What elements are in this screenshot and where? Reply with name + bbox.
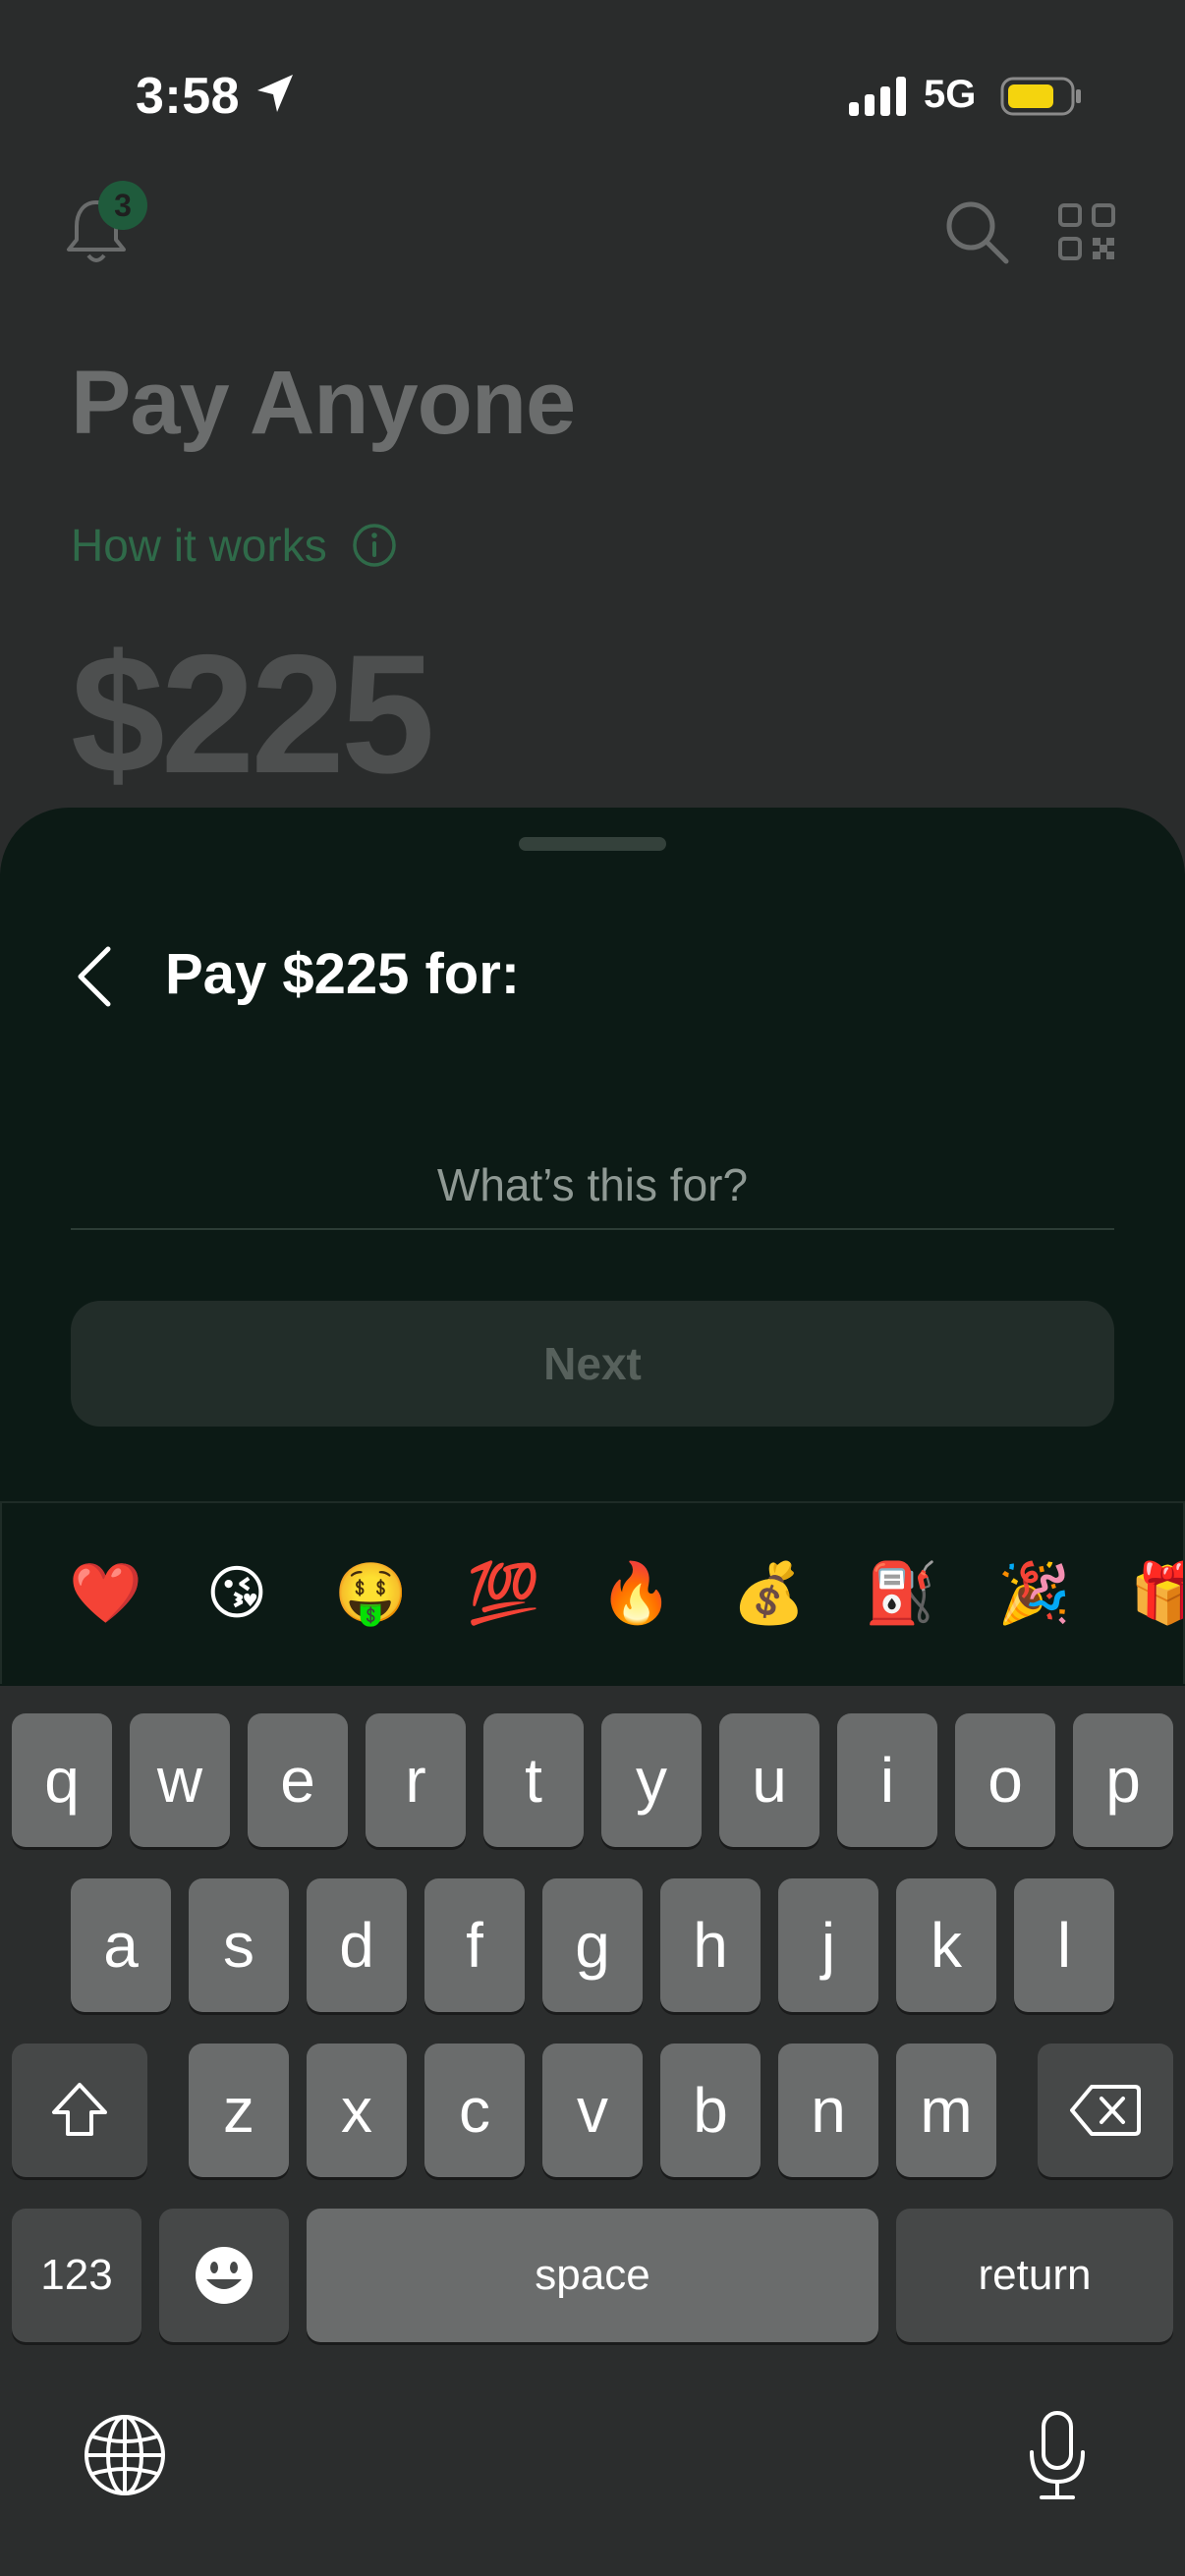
numbers-key[interactable]: 123: [12, 2209, 141, 2342]
shift-key[interactable]: [12, 2044, 147, 2177]
emoji-key[interactable]: [159, 2209, 289, 2342]
key-z[interactable]: z: [189, 2044, 289, 2177]
status-bar: 3:58 5G: [0, 0, 1185, 196]
cellular-signal-icon: [849, 77, 906, 116]
shift-arrow-icon: [52, 2083, 107, 2136]
key-f[interactable]: f: [424, 1878, 525, 2012]
key-t[interactable]: t: [483, 1713, 584, 1847]
key-m[interactable]: m: [896, 2044, 996, 2177]
key-w[interactable]: w: [130, 1713, 230, 1847]
sheet-grabber[interactable]: [519, 837, 666, 851]
amount-display: $225: [71, 620, 435, 809]
page-title: Pay Anyone: [71, 353, 576, 453]
note-input[interactable]: [71, 1142, 1114, 1230]
keyboard: q w e r t y u i o p a s d f g h j k l z …: [0, 1686, 1185, 2576]
return-key[interactable]: return: [896, 2209, 1173, 2342]
emoji-suggestion-bar: ❤️ 😘 🤑 💯 🔥 💰 ⛽ 🎉 🎁: [0, 1501, 1185, 1684]
qr-code-icon[interactable]: [1057, 202, 1116, 261]
emoji-gift[interactable]: 🎁: [1130, 1558, 1183, 1629]
emoji-face-icon: [196, 2247, 253, 2304]
emoji-fuel-pump[interactable]: ⛽: [865, 1558, 938, 1629]
key-v[interactable]: v: [542, 2044, 643, 2177]
key-o[interactable]: o: [955, 1713, 1055, 1847]
key-i[interactable]: i: [837, 1713, 937, 1847]
key-k[interactable]: k: [896, 1878, 996, 2012]
how-it-works-link[interactable]: How it works: [71, 519, 327, 572]
key-y[interactable]: y: [601, 1713, 702, 1847]
key-j[interactable]: j: [778, 1878, 878, 2012]
key-c[interactable]: c: [424, 2044, 525, 2177]
key-b[interactable]: b: [660, 2044, 761, 2177]
key-n[interactable]: n: [778, 2044, 878, 2177]
next-button[interactable]: Next: [71, 1301, 1114, 1427]
notification-badge: 3: [98, 181, 147, 230]
key-s[interactable]: s: [189, 1878, 289, 2012]
key-l[interactable]: l: [1014, 1878, 1114, 2012]
info-icon[interactable]: [352, 523, 397, 568]
network-type: 5G: [924, 73, 977, 116]
location-arrow-icon: [257, 75, 293, 112]
emoji-hundred[interactable]: 💯: [467, 1558, 540, 1629]
search-icon[interactable]: [941, 196, 1010, 265]
backspace-icon: [1070, 2085, 1141, 2136]
emoji-money-mouth[interactable]: 🤑: [334, 1558, 408, 1629]
key-h[interactable]: h: [660, 1878, 761, 2012]
key-r[interactable]: r: [366, 1713, 466, 1847]
emoji-money-bag[interactable]: 💰: [732, 1558, 806, 1629]
microphone-icon[interactable]: [1026, 2409, 1089, 2503]
key-e[interactable]: e: [248, 1713, 348, 1847]
status-time: 3:58: [136, 68, 241, 125]
back-chevron-icon[interactable]: [75, 945, 114, 1008]
key-u[interactable]: u: [719, 1713, 819, 1847]
delete-key[interactable]: [1038, 2044, 1173, 2177]
key-q[interactable]: q: [12, 1713, 112, 1847]
key-p[interactable]: p: [1073, 1713, 1173, 1847]
key-x[interactable]: x: [307, 2044, 407, 2177]
emoji-kiss[interactable]: 😘: [201, 1558, 272, 1629]
key-d[interactable]: d: [307, 1878, 407, 2012]
space-key[interactable]: space: [307, 2209, 878, 2342]
emoji-heart[interactable]: ❤️: [69, 1558, 142, 1629]
globe-icon[interactable]: [83, 2413, 167, 2497]
emoji-party-popper[interactable]: 🎉: [997, 1558, 1071, 1629]
sheet-title: Pay $225 for:: [165, 942, 521, 1006]
key-g[interactable]: g: [542, 1878, 643, 2012]
battery-icon: [1000, 77, 1081, 116]
emoji-fire[interactable]: 🔥: [599, 1558, 673, 1629]
key-a[interactable]: a: [71, 1878, 171, 2012]
